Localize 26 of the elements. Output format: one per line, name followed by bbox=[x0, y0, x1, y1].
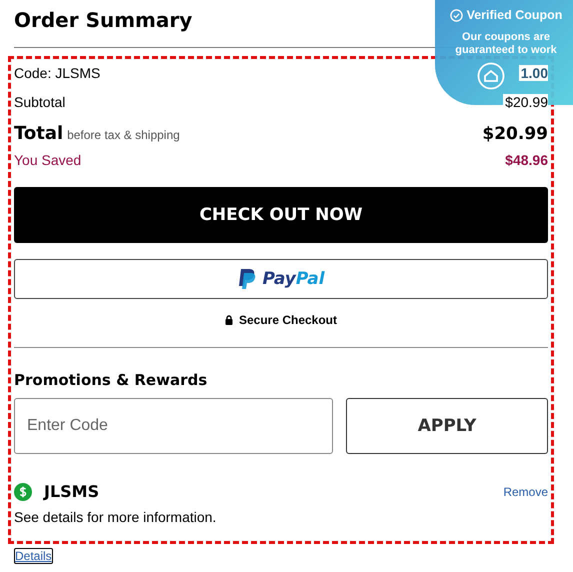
apply-button[interactable]: APPLY bbox=[346, 398, 548, 454]
promotions-heading: Promotions & Rewards bbox=[14, 371, 208, 389]
secure-checkout-text: Secure Checkout bbox=[238, 313, 338, 327]
coupon-code: JLSMS bbox=[44, 482, 100, 501]
row-value: $20.99 bbox=[482, 124, 548, 144]
row-value: 1.00 bbox=[518, 65, 548, 81]
check-circle-icon bbox=[450, 8, 463, 22]
paypal-logo-icon bbox=[237, 268, 258, 290]
row-value: $20.99 bbox=[503, 94, 548, 110]
badge-title: Verified Coupon bbox=[466, 8, 562, 22]
badge-text: Our coupons are guaranteed to work bbox=[454, 31, 558, 56]
remove-link[interactable]: Remove bbox=[503, 484, 548, 498]
row-value: $48.96 bbox=[505, 152, 548, 168]
row-label: Code: JLSMS bbox=[14, 65, 100, 81]
promo-code-field[interactable]: Enter Code bbox=[14, 398, 333, 454]
lock-icon bbox=[224, 315, 233, 325]
total-label: Total before tax & shipping bbox=[14, 123, 180, 144]
row-label: You Saved bbox=[14, 152, 82, 168]
row-label: Subtotal bbox=[14, 94, 66, 110]
paypal-button[interactable]: PayPal bbox=[14, 259, 548, 299]
house-icon bbox=[477, 62, 505, 90]
order-summary-title: Order Summary bbox=[13, 7, 192, 34]
coupon-note: See details for more information. bbox=[14, 509, 218, 525]
details-link[interactable]: Details bbox=[14, 548, 53, 564]
dollar-icon bbox=[14, 482, 32, 500]
checkout-button[interactable]: CHECK OUT NOW bbox=[14, 187, 548, 243]
